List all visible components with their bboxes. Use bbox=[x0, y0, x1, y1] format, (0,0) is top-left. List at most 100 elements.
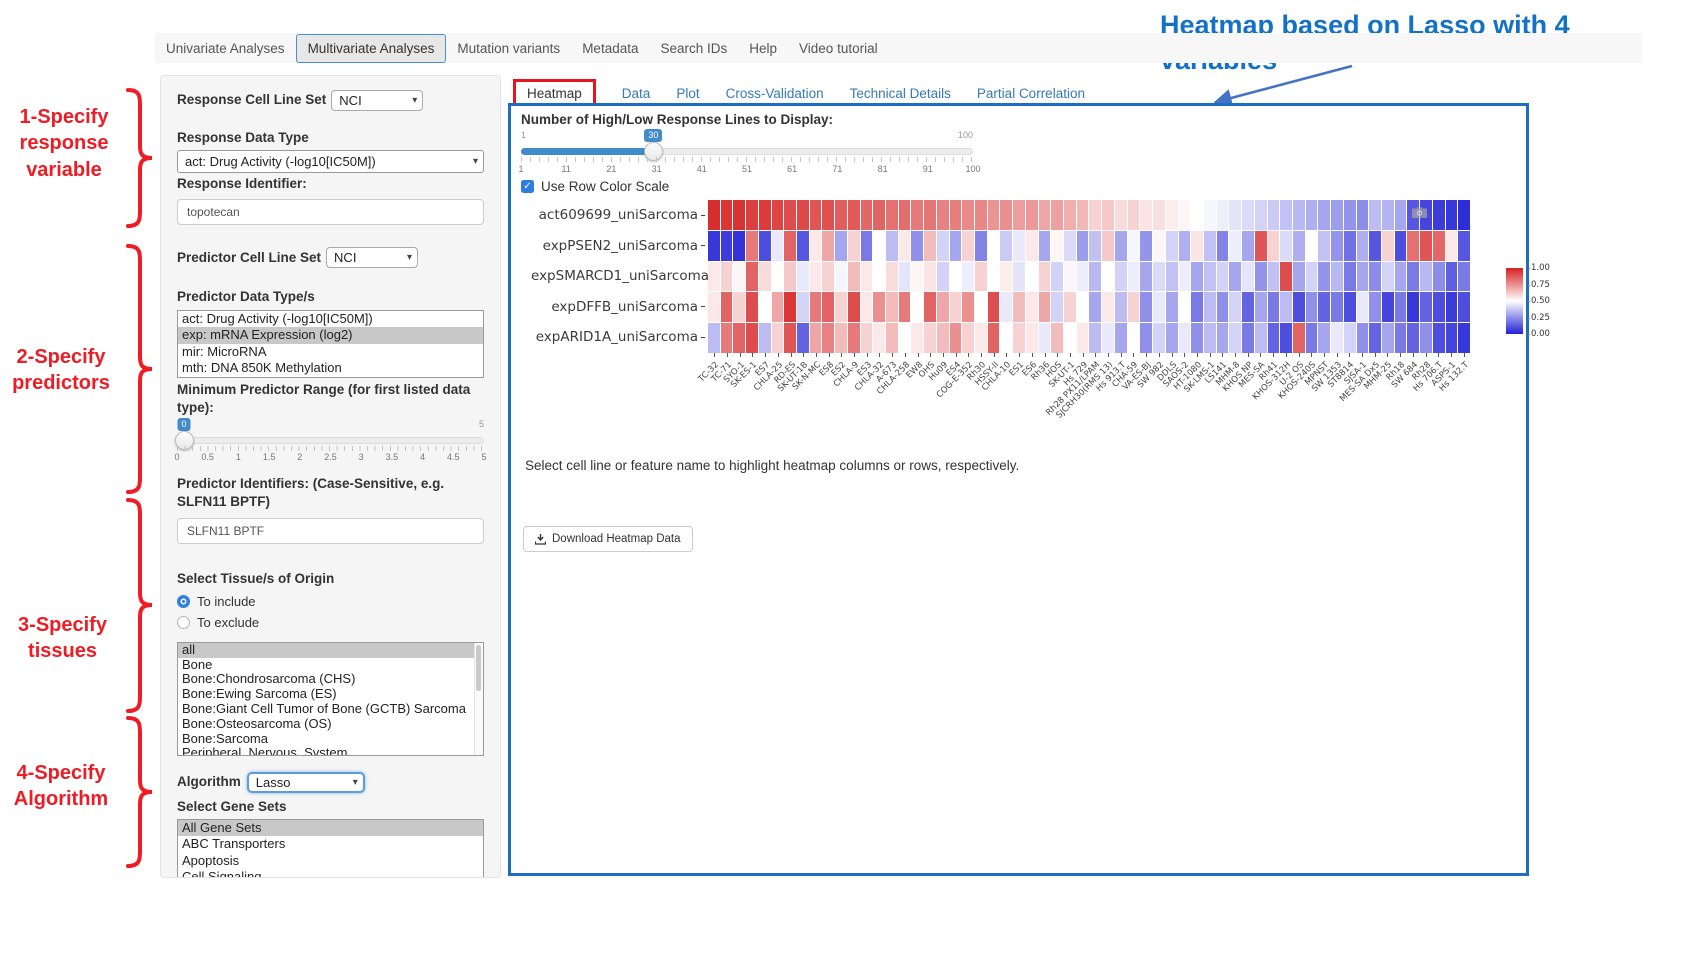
main-tab-technical-details[interactable]: Technical Details bbox=[850, 86, 951, 101]
heatmap-cell[interactable] bbox=[1369, 292, 1381, 322]
heatmap-cell[interactable] bbox=[873, 200, 885, 230]
heatmap-cell[interactable] bbox=[1026, 292, 1038, 322]
heatmap-cell[interactable] bbox=[975, 231, 987, 261]
heatmap-cell[interactable] bbox=[886, 292, 898, 322]
heatmap-cell[interactable] bbox=[1293, 231, 1305, 261]
heatmap-cell[interactable] bbox=[772, 200, 784, 230]
heatmap-cell[interactable] bbox=[1166, 292, 1178, 322]
heatmap-cell[interactable] bbox=[1293, 323, 1305, 353]
main-tab-data[interactable]: Data bbox=[622, 86, 651, 101]
heatmap-cell[interactable] bbox=[1000, 323, 1012, 353]
heatmap-cell[interactable] bbox=[759, 323, 771, 353]
heatmap-cell[interactable] bbox=[1369, 262, 1381, 292]
heatmap-cell[interactable] bbox=[1166, 231, 1178, 261]
heatmap-cell[interactable] bbox=[988, 323, 1000, 353]
heatmap-cell[interactable] bbox=[1268, 323, 1280, 353]
heatmap-cell[interactable] bbox=[1280, 200, 1292, 230]
option-mth-dna-850k-methylation[interactable]: mth: DNA 850K Methylation bbox=[178, 360, 483, 377]
heatmap-cell[interactable] bbox=[988, 262, 1000, 292]
heatmap-cell[interactable] bbox=[1153, 262, 1165, 292]
heatmap-cell[interactable] bbox=[886, 231, 898, 261]
heatmap-cell[interactable] bbox=[911, 231, 923, 261]
heatmap-cell[interactable] bbox=[1102, 323, 1114, 353]
heatmap-cell[interactable] bbox=[1140, 292, 1152, 322]
heatmap-cell[interactable] bbox=[1089, 323, 1101, 353]
heatmap-cell[interactable] bbox=[1000, 231, 1012, 261]
heatmap-cell[interactable] bbox=[1331, 200, 1343, 230]
heatmap-cell[interactable] bbox=[1306, 292, 1318, 322]
heatmap-cell[interactable] bbox=[988, 231, 1000, 261]
nav-tab-help[interactable]: Help bbox=[738, 35, 788, 62]
option-peripheral-nervous-system[interactable]: Peripheral_Nervous_System bbox=[178, 746, 483, 755]
heatmap-cell[interactable] bbox=[1344, 323, 1356, 353]
option-act-drug-activity-log10-ic50m[interactable]: act: Drug Activity (-log10[IC50M]) bbox=[178, 311, 483, 328]
heatmap-cell[interactable] bbox=[1344, 262, 1356, 292]
nav-tab-search-ids[interactable]: Search IDs bbox=[649, 35, 738, 62]
heatmap-cell[interactable] bbox=[1064, 262, 1076, 292]
heatmap-cell[interactable] bbox=[1128, 292, 1140, 322]
heatmap-cell[interactable] bbox=[1179, 323, 1191, 353]
heatmap-cell[interactable] bbox=[937, 292, 949, 322]
heatmap-cell[interactable] bbox=[911, 292, 923, 322]
heatmap-cell[interactable] bbox=[1179, 262, 1191, 292]
heatmap-cell[interactable] bbox=[1204, 231, 1216, 261]
heatmap-cell[interactable] bbox=[1064, 292, 1076, 322]
heatmap-cell[interactable] bbox=[746, 323, 758, 353]
heatmap-cell[interactable] bbox=[1064, 200, 1076, 230]
radio-button[interactable] bbox=[177, 616, 190, 629]
nav-tab-univariate-analyses[interactable]: Univariate Analyses bbox=[155, 35, 296, 62]
heatmap-grid[interactable] bbox=[708, 200, 1470, 353]
heatmap-cell[interactable] bbox=[708, 262, 720, 292]
heatmap-cell[interactable] bbox=[1446, 323, 1458, 353]
heatmap-cell[interactable] bbox=[1369, 231, 1381, 261]
heatmap-cell[interactable] bbox=[784, 292, 796, 322]
heatmap-cell[interactable] bbox=[924, 231, 936, 261]
heatmap-cell[interactable] bbox=[733, 262, 745, 292]
heatmap-cell[interactable] bbox=[899, 200, 911, 230]
heatmap-cell[interactable] bbox=[924, 323, 936, 353]
heatmap-cell[interactable] bbox=[1433, 231, 1445, 261]
heatmap-cell[interactable] bbox=[1039, 200, 1051, 230]
heatmap-cell[interactable] bbox=[962, 200, 974, 230]
heatmap-cell[interactable] bbox=[1395, 231, 1407, 261]
heatmap-cell[interactable] bbox=[1051, 323, 1063, 353]
heatmap-cell[interactable] bbox=[937, 323, 949, 353]
heatmap-cell[interactable] bbox=[784, 200, 796, 230]
heatmap-cell[interactable] bbox=[950, 323, 962, 353]
heatmap-cell[interactable] bbox=[975, 200, 987, 230]
heatmap-cell[interactable] bbox=[1382, 231, 1394, 261]
heatmap-cell[interactable] bbox=[822, 231, 834, 261]
heatmap-cell[interactable] bbox=[772, 262, 784, 292]
heatmap-cell[interactable] bbox=[950, 231, 962, 261]
heatmap-cell[interactable] bbox=[937, 262, 949, 292]
heatmap-cell[interactable] bbox=[733, 231, 745, 261]
heatmap-cell[interactable] bbox=[1204, 262, 1216, 292]
heatmap-cell[interactable] bbox=[1064, 323, 1076, 353]
heatmap-cell[interactable] bbox=[1089, 231, 1101, 261]
response-data-type-select[interactable]: act: Drug Activity (-log10[IC50M]) ▾ bbox=[177, 150, 484, 173]
heatmap-cell[interactable] bbox=[1026, 323, 1038, 353]
heatmap-cell[interactable] bbox=[1318, 231, 1330, 261]
heatmap-cell[interactable] bbox=[810, 231, 822, 261]
heatmap-cell[interactable] bbox=[962, 262, 974, 292]
heatmap-cell[interactable] bbox=[1102, 231, 1114, 261]
heatmap-cell[interactable] bbox=[988, 200, 1000, 230]
heatmap-cell[interactable] bbox=[708, 292, 720, 322]
heatmap-cell[interactable] bbox=[797, 323, 809, 353]
heatmap-cell[interactable] bbox=[721, 231, 733, 261]
heatmap-cell[interactable] bbox=[873, 323, 885, 353]
heatmap-cell[interactable] bbox=[1102, 292, 1114, 322]
heatmap-cell[interactable] bbox=[746, 200, 758, 230]
heatmap-cell[interactable] bbox=[1407, 231, 1419, 261]
heatmap-cell[interactable] bbox=[772, 323, 784, 353]
nav-tab-video-tutorial[interactable]: Video tutorial bbox=[788, 35, 889, 62]
heatmap-cell[interactable] bbox=[899, 231, 911, 261]
main-tab-plot[interactable]: Plot bbox=[676, 86, 699, 101]
heatmap-cell[interactable] bbox=[950, 292, 962, 322]
heatmap-cell[interactable] bbox=[1089, 200, 1101, 230]
heatmap-cell[interactable] bbox=[1331, 323, 1343, 353]
heatmap-cell[interactable] bbox=[886, 200, 898, 230]
heatmap-cell[interactable] bbox=[1268, 200, 1280, 230]
heatmap-cell[interactable] bbox=[886, 323, 898, 353]
heatmap-cell[interactable] bbox=[962, 323, 974, 353]
